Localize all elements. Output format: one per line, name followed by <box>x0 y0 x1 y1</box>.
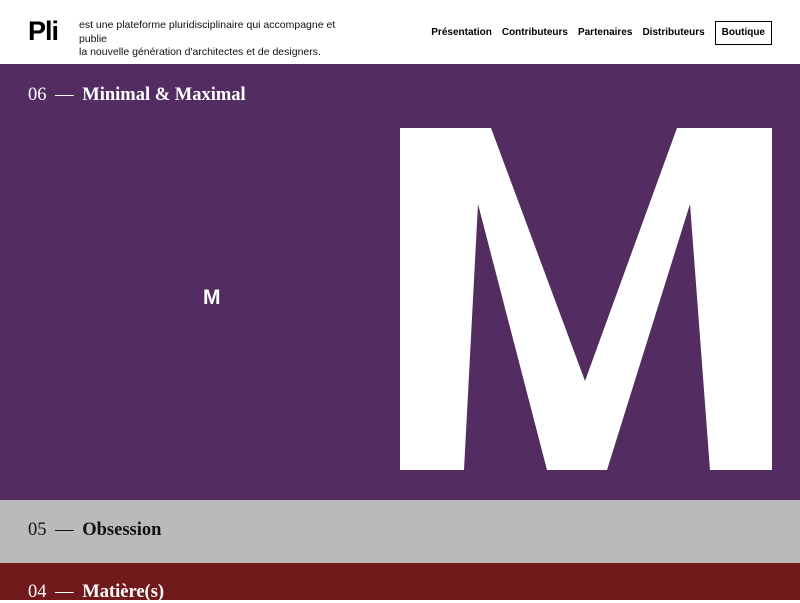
cover-letter-large: M <box>400 128 772 470</box>
issue-05-section[interactable]: 05 — Obsession <box>0 500 800 563</box>
site-logo[interactable]: Pli <box>28 16 59 46</box>
issue-05-title[interactable]: 05 — Obsession <box>28 520 161 541</box>
nav-partenaires[interactable]: Partenaires <box>578 22 632 44</box>
issue-04-number: 04 <box>28 582 47 602</box>
tagline-line-2: la nouvelle génération d'architectes et … <box>79 46 321 58</box>
tagline-line-1: est une plateforme pluridisciplinaire qu… <box>79 19 336 45</box>
nav-presentation[interactable]: Présentation <box>431 22 492 44</box>
main-nav: Présentation Contributeurs Partenaires D… <box>421 21 772 45</box>
cover-letter-small: M <box>203 286 221 309</box>
issue-06-number: 06 <box>28 85 47 105</box>
issue-06-title[interactable]: 06 — Minimal & Maximal <box>28 85 246 106</box>
site-header: Pli est une plateforme pluridisciplinair… <box>0 0 800 64</box>
issue-04-section[interactable]: 04 — Matière(s) <box>0 563 800 602</box>
cover-letter-large-shape <box>400 128 772 470</box>
nav-contributeurs[interactable]: Contributeurs <box>502 22 568 44</box>
site-tagline: est une plateforme pluridisciplinaire qu… <box>79 19 359 60</box>
issue-04-dash: — <box>55 582 74 602</box>
issue-05-dash: — <box>55 520 74 540</box>
issue-06-name: Minimal & Maximal <box>82 85 246 105</box>
nav-distributeurs[interactable]: Distributeurs <box>642 22 704 44</box>
issue-04-name: Matière(s) <box>82 582 165 602</box>
issue-05-name: Obsession <box>82 520 162 540</box>
issue-06-dash: — <box>55 85 74 105</box>
shop-button[interactable]: Boutique <box>714 21 772 45</box>
issue-05-number: 05 <box>28 520 47 540</box>
